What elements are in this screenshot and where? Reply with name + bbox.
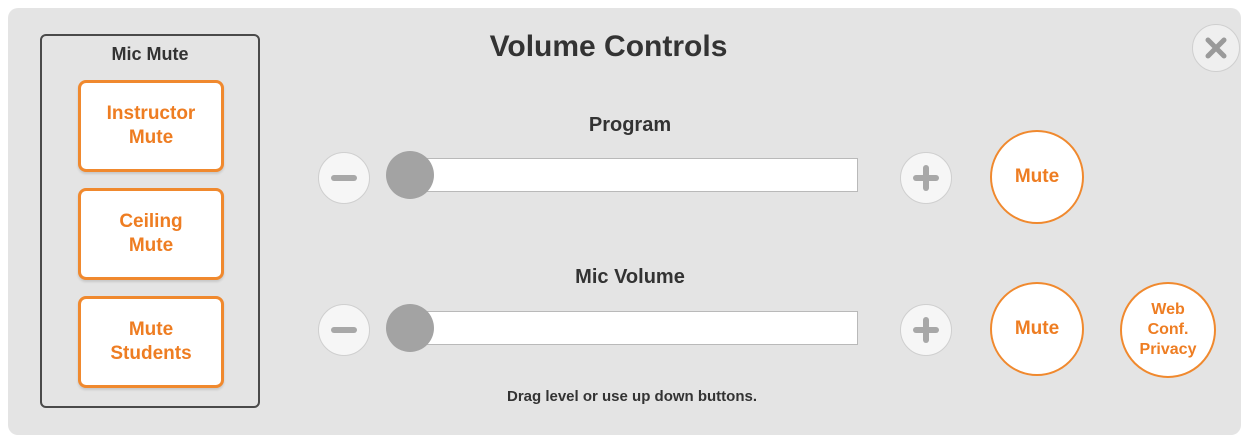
minus-icon: [331, 327, 357, 333]
mic-mute-group: Mic Mute Instructor Mute Ceiling Mute Mu…: [40, 34, 260, 408]
instructor-mute-button[interactable]: Instructor Mute: [78, 80, 224, 172]
program-volume-up-button[interactable]: [900, 152, 952, 204]
close-button[interactable]: [1192, 24, 1240, 72]
mute-students-button[interactable]: Mute Students: [78, 296, 224, 388]
program-volume-down-button[interactable]: [318, 152, 370, 204]
web-conf-privacy-button[interactable]: Web Conf. Privacy: [1120, 282, 1216, 378]
program-volume-slider[interactable]: [402, 158, 858, 192]
close-icon: [1205, 37, 1227, 59]
ceiling-mute-button[interactable]: Ceiling Mute: [78, 188, 224, 280]
mic-mute-button[interactable]: Mute: [990, 282, 1084, 376]
mic-volume-slider[interactable]: [402, 311, 858, 345]
minus-icon: [331, 175, 357, 181]
plus-icon: [913, 165, 939, 191]
mic-volume-label: Mic Volume: [575, 266, 685, 288]
mic-volume-up-button[interactable]: [900, 304, 952, 356]
plus-icon: [913, 317, 939, 343]
instruction-hint: Drag level or use up down buttons.: [506, 388, 758, 405]
program-mute-button[interactable]: Mute: [990, 130, 1084, 224]
program-label: Program: [588, 114, 672, 136]
mic-volume-knob[interactable]: [386, 304, 434, 352]
program-volume-knob[interactable]: [386, 151, 434, 199]
mic-volume-down-button[interactable]: [318, 304, 370, 356]
page-title: Volume Controls: [489, 30, 728, 63]
